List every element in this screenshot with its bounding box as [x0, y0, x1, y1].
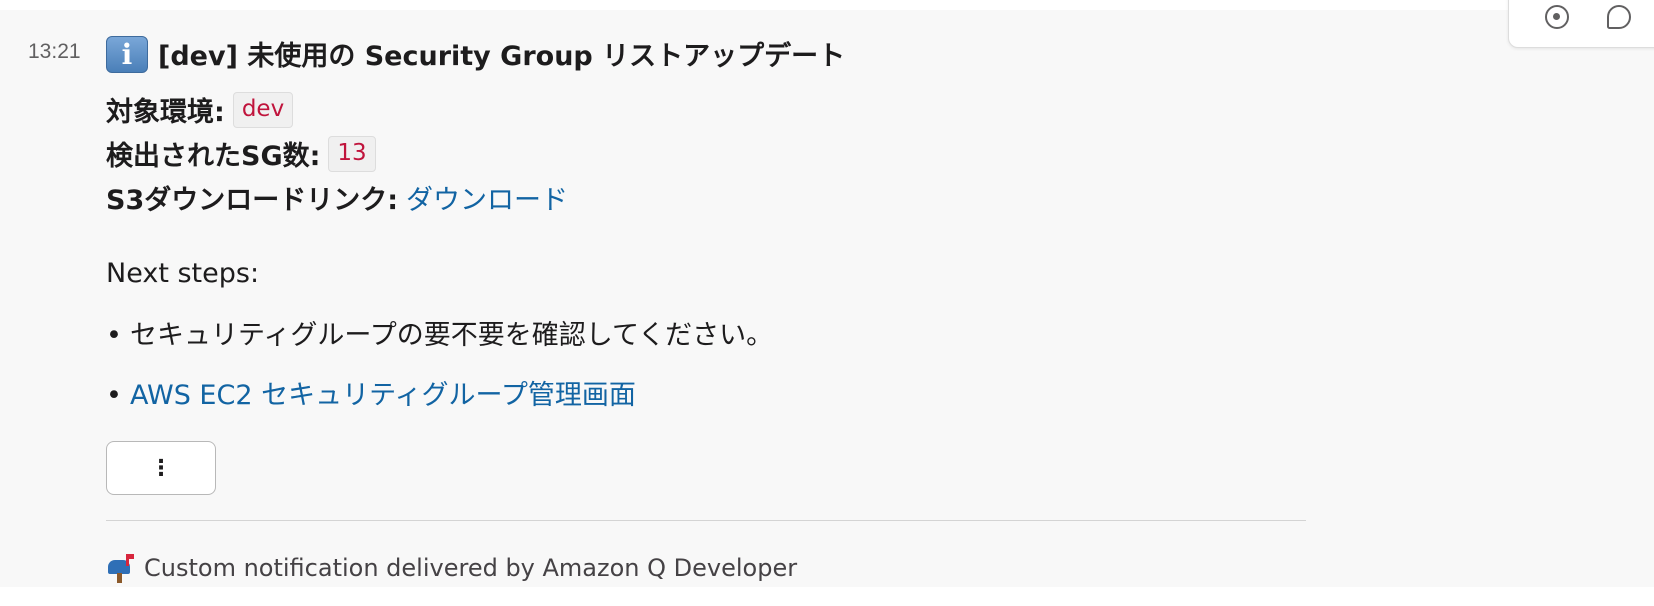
field-detected-sg-count: 検出されたSG数: 13 [106, 134, 376, 173]
bullet-dot: • [106, 380, 122, 411]
next-steps-heading: Next steps: [106, 258, 260, 289]
message-timestamp[interactable]: 13:21 [28, 40, 81, 64]
message-title: [dev] 未使用の Security Group リストアップデート [158, 41, 846, 72]
s3-download-link[interactable]: ダウンロード [406, 178, 568, 217]
bullet-dot: • [106, 320, 122, 351]
add-reaction-icon[interactable] [1545, 5, 1569, 29]
ec2-security-group-console-link[interactable]: AWS EC2 セキュリティグループ管理画面 [130, 380, 636, 411]
more-actions-button[interactable]: ⋮ [106, 441, 216, 495]
list-item: • AWS EC2 セキュリティグループ管理画面 [106, 373, 636, 412]
notification-footer: Custom notification delivered by Amazon … [106, 553, 797, 583]
field-label: S3ダウンロードリンク: [106, 185, 399, 216]
list-item: • セキュリティグループの要不要を確認してください。 [106, 313, 773, 352]
mailbox-icon [106, 553, 136, 583]
field-label: 検出されたSG数: [106, 141, 321, 172]
message-hover-toolbar [1508, 0, 1654, 48]
sg-count-code-value: 13 [328, 135, 376, 172]
footer-text: Custom notification delivered by Amazon … [144, 554, 798, 582]
information-icon: i [106, 36, 148, 73]
field-label: 対象環境: [106, 97, 225, 128]
message-row: 13:21 i [dev] 未使用の Security Group リストアップ… [0, 0, 1654, 587]
divider [106, 520, 1306, 521]
field-target-environment: 対象環境: dev [106, 90, 294, 129]
field-s3-download-link: S3ダウンロードリンク: ダウンロード [106, 178, 568, 217]
reply-in-thread-icon[interactable] [1607, 5, 1631, 29]
environment-code-value: dev [232, 91, 294, 128]
bullet-text: セキュリティグループの要不要を確認してください。 [130, 320, 774, 351]
